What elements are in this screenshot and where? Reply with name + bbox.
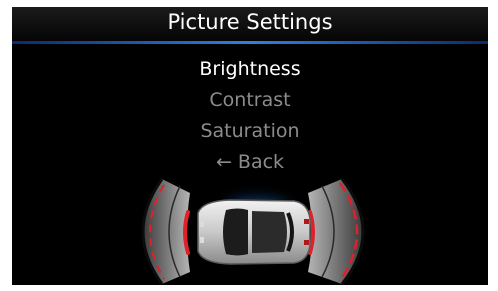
sensor-zone-right-icon: [308, 178, 365, 285]
display-screen: Picture Settings Brightness Contrast Sat…: [12, 7, 488, 285]
car-top-view-icon: [197, 199, 311, 265]
parking-sensor-visual: [141, 178, 365, 285]
sensor-zone-left-icon: [141, 178, 190, 285]
